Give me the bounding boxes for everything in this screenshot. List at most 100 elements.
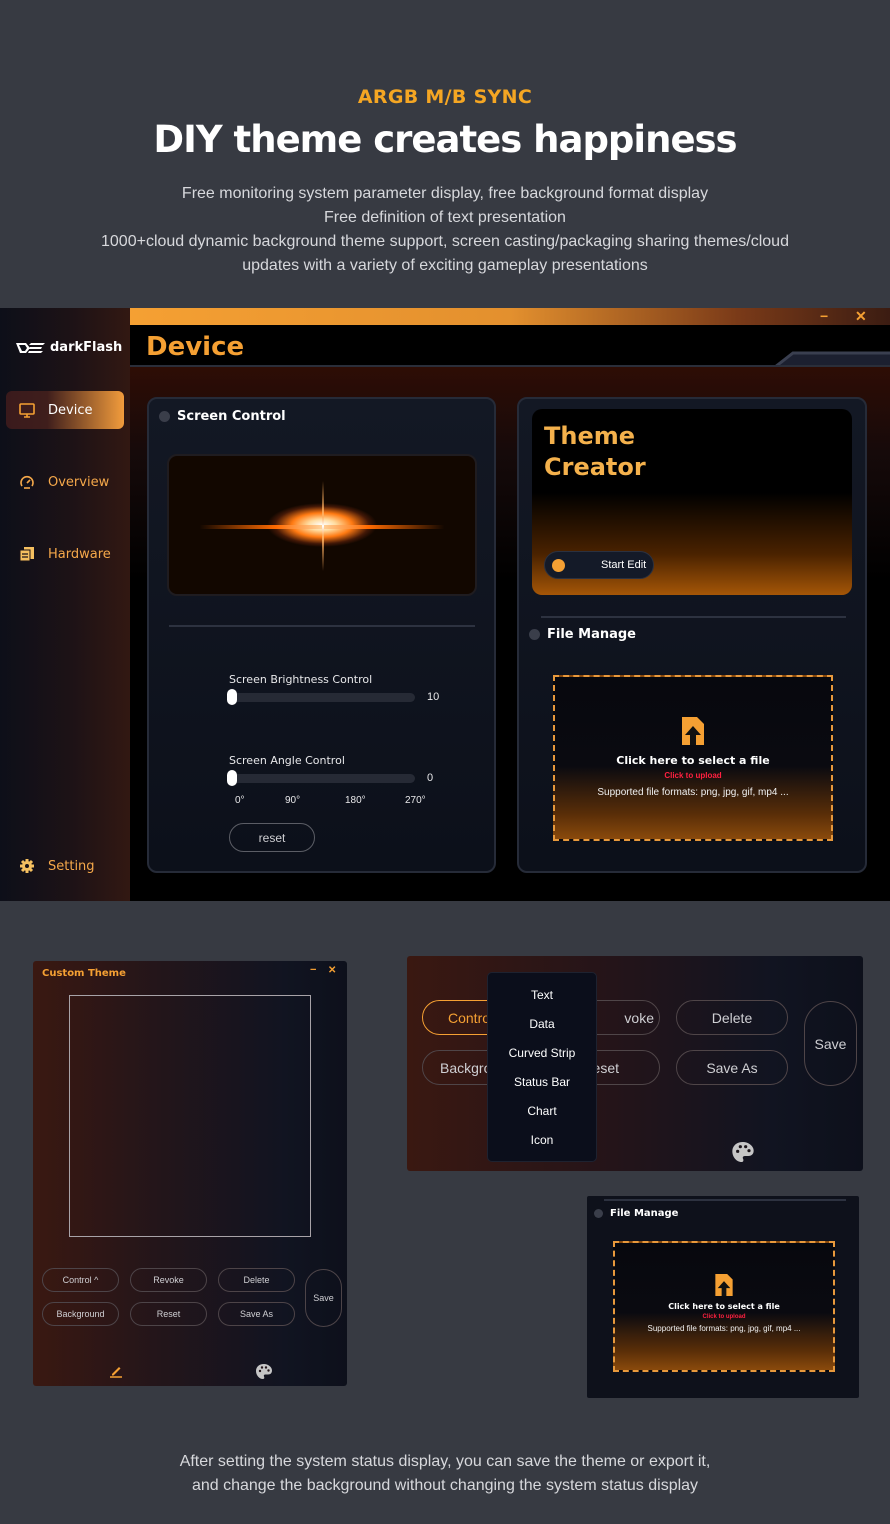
minimize-button[interactable]: − [310, 964, 316, 976]
description-line: Free monitoring system parameter display… [181, 185, 709, 202]
upload-link[interactable]: Click to upload [615, 1314, 833, 1320]
save-as-button[interactable]: Save As [218, 1302, 295, 1326]
brightness-slider-thumb[interactable] [227, 689, 237, 705]
angle-tick: 90° [285, 795, 301, 806]
menu-item-icon[interactable]: Icon [488, 1126, 596, 1155]
reset-button[interactable]: Reset [130, 1302, 207, 1326]
divider [169, 625, 475, 627]
gear-icon [18, 857, 36, 875]
minimize-button[interactable]: − [820, 308, 828, 325]
sidebar-item-label: Overview [48, 474, 110, 490]
control-dropdown-menu: Text Data Curved Strip Status Bar Chart … [487, 972, 597, 1162]
sidebar-item-hardware[interactable]: Hardware [6, 535, 124, 573]
start-edit-label: Start Edit [601, 559, 647, 571]
close-button[interactable]: ✕ [855, 308, 867, 325]
screen-preview [167, 454, 477, 596]
sidebar-item-label: Setting [48, 858, 95, 874]
angle-value: 0 [427, 772, 434, 784]
page-title: Device [146, 332, 245, 362]
start-edit-button[interactable]: Start Edit [544, 551, 654, 579]
angle-slider-thumb[interactable] [227, 770, 237, 786]
select-file-label: Click here to select a file [668, 1302, 780, 1311]
select-file-label: Click here to select a file [616, 754, 770, 767]
sidebar-item-label: Hardware [48, 546, 111, 562]
file-manage-title: File Manage [610, 1208, 679, 1219]
speedometer-icon [18, 473, 36, 491]
theme-creator-title-line: Theme [544, 422, 636, 450]
menu-item-chart[interactable]: Chart [488, 1097, 596, 1126]
sidebar-item-label: Device [48, 402, 93, 418]
divider [541, 616, 846, 618]
status-dot [159, 411, 170, 422]
sidebar-item-setting[interactable]: Setting [6, 847, 124, 885]
section-header: File Manage [594, 1208, 678, 1219]
footer-line: and change the background without changi… [191, 1477, 699, 1494]
footer-caption: After setting the system status display,… [0, 1450, 890, 1498]
darkflash-logo-icon [16, 342, 45, 353]
file-drop-zone[interactable]: Click here to select a file Click to upl… [613, 1241, 835, 1372]
revoke-button[interactable]: Revoke [130, 1268, 207, 1292]
formats-label: Supported file formats: png, jpg, gif, m… [597, 787, 789, 798]
reset-button[interactable]: reset [229, 823, 315, 852]
angle-tick: 270° [405, 795, 426, 806]
section-header: File Manage [529, 627, 636, 642]
menu-item-status-bar[interactable]: Status Bar [488, 1068, 596, 1097]
kicker: ARGB M/B SYNC [357, 86, 533, 108]
delete-button[interactable]: Delete [676, 1000, 788, 1035]
main-content: Screen Control Screen Brightness Control… [130, 367, 890, 901]
save-button[interactable]: Save [804, 1001, 857, 1086]
flare-vertical [322, 481, 324, 571]
angle-tick: 180° [345, 795, 366, 806]
menu-item-data[interactable]: Data [488, 1010, 596, 1039]
title-bar [130, 308, 890, 325]
file-manage-panel: File Manage Click here to select a file … [587, 1196, 859, 1398]
file-manage-title: File Manage [547, 627, 636, 642]
description-line: 1000+cloud dynamic background theme supp… [101, 233, 789, 250]
sidebar: darkFlash Device Overview Hardware Setti… [0, 308, 130, 901]
description: Free monitoring system parameter display… [0, 182, 890, 278]
save-button[interactable]: Save [305, 1269, 342, 1327]
theme-creator-title-line: Creator [544, 453, 646, 481]
description-line: Free definition of text presentation [324, 209, 566, 226]
theme-card: Theme Creator Start Edit File Manage Cli… [517, 397, 867, 873]
screen-control-card: Screen Control Screen Brightness Control… [147, 397, 496, 873]
custom-theme-title: Custom Theme [42, 968, 126, 979]
theme-canvas[interactable] [69, 995, 311, 1237]
monitor-icon [18, 401, 36, 419]
footer-line: After setting the system status display,… [179, 1453, 711, 1470]
save-as-button[interactable]: Save As [676, 1050, 788, 1085]
brightness-slider[interactable] [227, 689, 415, 705]
palette-icon[interactable] [256, 1364, 272, 1379]
custom-theme-window: Custom Theme − ✕ Control ^ Revoke Delete… [33, 961, 347, 1386]
control-menu-window: Contro voke Delete Backgro eset Save As … [407, 956, 863, 1171]
screen-control-title: Screen Control [177, 409, 286, 424]
status-dot [529, 629, 540, 640]
palette-icon[interactable] [732, 1142, 754, 1162]
menu-item-curved-strip[interactable]: Curved Strip [488, 1039, 596, 1068]
brand-name: darkFlash [50, 340, 123, 355]
upload-link[interactable]: Click to upload [555, 771, 831, 780]
formats-label: Supported file formats: png, jpg, gif, m… [647, 1324, 801, 1333]
file-upload-icon [715, 1274, 733, 1296]
theme-creator-title: Theme Creator [544, 421, 646, 483]
brightness-value: 10 [427, 691, 440, 703]
status-dot [594, 1209, 603, 1218]
sidebar-item-overview[interactable]: Overview [6, 463, 124, 501]
angle-tick: 0° [235, 795, 245, 806]
control-button[interactable]: Control ^ [42, 1268, 119, 1292]
angle-slider[interactable] [227, 770, 415, 786]
menu-item-text[interactable]: Text [488, 981, 596, 1010]
sidebar-item-device[interactable]: Device [6, 391, 124, 429]
pencil-icon[interactable] [109, 1364, 123, 1378]
divider [604, 1199, 846, 1201]
file-upload-icon [682, 717, 704, 745]
section-header: Screen Control [159, 409, 286, 424]
close-button[interactable]: ✕ [328, 965, 336, 976]
headline: DIY theme creates happiness [153, 118, 737, 161]
delete-button[interactable]: Delete [218, 1268, 295, 1292]
app-window: darkFlash Device Overview Hardware Setti… [0, 308, 890, 901]
background-button[interactable]: Background [42, 1302, 119, 1326]
toggle-dot-icon [552, 558, 565, 572]
file-drop-zone[interactable]: Click here to select a file Click to upl… [553, 675, 833, 841]
brightness-label: Screen Brightness Control [229, 673, 373, 686]
